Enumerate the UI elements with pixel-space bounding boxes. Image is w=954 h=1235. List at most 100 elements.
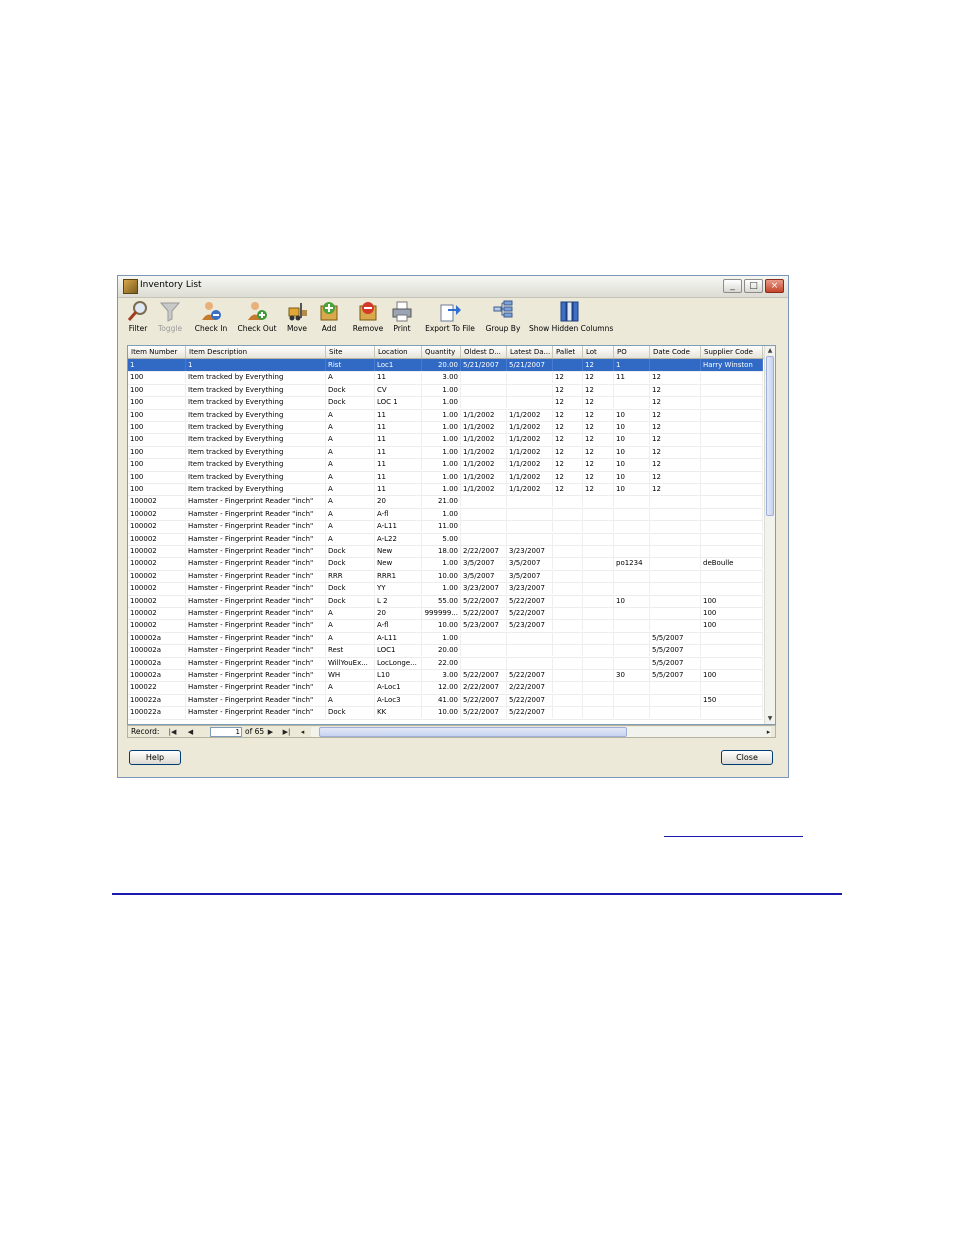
table-cell: 12 (553, 483, 583, 495)
scroll-up-icon[interactable]: ▲ (765, 346, 775, 356)
table-cell: LocLonge... (375, 656, 422, 669)
help-button[interactable]: Help (129, 750, 181, 765)
table-cell: 5/21/2007 (507, 359, 553, 371)
check-out-button[interactable]: Check Out (236, 298, 278, 338)
column-header-oldest-d[interactable]: Oldest D... (461, 346, 507, 358)
table-row[interactable]: 100 Item tracked by Everything A 11 1.00 1/1/… (128, 458, 763, 472)
table-cell: A-L11 (375, 520, 422, 533)
table-row[interactable]: 100 Item tracked by Everything A 11 1.00 1/1/… (128, 433, 763, 447)
last-record-icon[interactable]: ▶| (282, 727, 291, 737)
table-row[interactable]: 100022 Hamster - Fingerprint Reader "inch… (128, 681, 763, 695)
table-row[interactable]: 100 Item tracked by Everything A 11 1.00 1/1/… (128, 408, 763, 422)
table-cell (614, 383, 650, 396)
previous-record-icon[interactable]: ◀ (186, 727, 195, 737)
table-cell: 100002 (128, 557, 186, 570)
table-cell: 1.00 (422, 396, 461, 409)
table-row[interactable]: 100022a Hamster - Fingerprint Reader "inc… (128, 693, 763, 708)
next-record-icon[interactable]: ▶ (266, 727, 275, 737)
table-row[interactable]: 100 Item tracked by Everything A 11 1.00 1/1/… (128, 445, 763, 460)
remove-box-icon (357, 300, 379, 322)
print-button[interactable]: Print (390, 298, 414, 338)
table-row[interactable]: 100002 Hamster - Fingerprint Reader "inch… (128, 532, 763, 546)
table-row[interactable]: 100002 Hamster - Fingerprint Reader "inch… (128, 507, 763, 522)
column-header-date-code[interactable]: Date Code (650, 346, 701, 358)
table-cell (583, 706, 614, 719)
check-in-button[interactable]: Check In (194, 298, 228, 338)
column-header-site[interactable]: Site (326, 346, 375, 358)
inventory-grid[interactable]: Item Number Item Description Site Location Q… (127, 345, 776, 725)
table-cell (553, 557, 583, 570)
table-cell: 5/22/2007 (461, 607, 507, 619)
table-row[interactable]: 100002 Hamster - Fingerprint Reader "inch… (128, 607, 763, 621)
table-row[interactable]: 100 Item tracked by Everything A 11 1.00 1/1/… (128, 470, 763, 484)
remove-label: Remove (352, 324, 384, 333)
table-row[interactable]: 100002a Hamster - Fingerprint Reader "inc… (128, 644, 763, 658)
vertical-scrollbar[interactable]: ▲ ▼ (764, 346, 775, 724)
table-row[interactable]: 100002a Hamster - Fingerprint Reader "inc… (128, 656, 763, 670)
table-row[interactable]: 100 Item tracked by Everything A 11 1.00 1/1/… (128, 421, 763, 435)
move-button[interactable]: Move (282, 298, 312, 338)
table-row[interactable]: 100002 Hamster - Fingerprint Reader "inch… (128, 545, 763, 559)
column-header-pallet[interactable]: Pallet (553, 346, 583, 358)
table-row[interactable]: 100002 Hamster - Fingerprint Reader "inch… (128, 569, 763, 584)
scroll-down-icon[interactable]: ▼ (765, 714, 775, 724)
column-header-quantity[interactable]: Quantity (422, 346, 461, 358)
table-cell: Hamster - Fingerprint Reader "inch" (186, 644, 326, 657)
table-cell (701, 433, 763, 446)
column-header-item-description[interactable]: Item Description (186, 346, 326, 358)
close-window-button[interactable]: × (765, 279, 784, 293)
table-cell (583, 495, 614, 508)
scroll-left-icon[interactable]: ◂ (298, 727, 307, 737)
table-cell (583, 631, 614, 644)
column-header-latest-da[interactable]: Latest Da... (507, 346, 553, 358)
table-cell: 12 (650, 383, 701, 396)
table-cell (650, 569, 701, 582)
column-header-item-number[interactable]: Item Number (128, 346, 186, 358)
table-row[interactable]: 100002 Hamster - Fingerprint Reader "inch… (128, 582, 763, 596)
table-row[interactable]: 100002 Hamster - Fingerprint Reader "inch… (128, 594, 763, 608)
column-header-location[interactable]: Location (375, 346, 422, 358)
toggle-button[interactable]: Toggle (157, 298, 183, 338)
table-cell (553, 545, 583, 557)
table-row[interactable]: 100002a Hamster - Fingerprint Reader "inc… (128, 669, 763, 683)
minimize-button[interactable]: _ (723, 279, 742, 293)
table-cell: 1/1/2002 (507, 445, 553, 458)
maximize-button[interactable]: □ (744, 279, 763, 293)
table-row-selected[interactable]: 1 1 Rist Loc1 20.00 5/21/2007 5/21/2007 12 1 Harr… (128, 359, 763, 373)
table-cell (583, 545, 614, 557)
table-row[interactable]: 100022a Hamster - Fingerprint Reader "inc… (128, 706, 763, 720)
table-cell: 100 (128, 371, 186, 384)
title-bar[interactable]: Inventory List _ □ × (118, 276, 788, 298)
export-to-file-label: Export To File (425, 324, 475, 333)
add-button[interactable]: Add (317, 298, 341, 338)
table-row[interactable]: 100002a Hamster - Fingerprint Reader "inc… (128, 631, 763, 646)
column-header-supplier-code[interactable]: Supplier Code (701, 346, 763, 358)
table-row[interactable]: 100002 Hamster - Fingerprint Reader "inch… (128, 520, 763, 534)
vertical-scroll-thumb[interactable] (766, 356, 774, 516)
table-row[interactable]: 100 Item tracked by Everything Dock LOC 1 1.… (128, 396, 763, 410)
filter-button[interactable]: Filter (127, 298, 149, 338)
table-row[interactable]: 100002 Hamster - Fingerprint Reader "inch… (128, 619, 763, 633)
export-to-file-button[interactable]: Export To File (424, 298, 476, 338)
table-row[interactable]: 100 Item tracked by Everything Dock CV 1.00 1… (128, 383, 763, 398)
horizontal-scrollbar[interactable] (311, 727, 771, 737)
first-record-icon[interactable]: |◀ (168, 727, 177, 737)
table-row[interactable]: 100002 Hamster - Fingerprint Reader "inch… (128, 557, 763, 571)
group-by-button[interactable]: Group By (484, 298, 522, 338)
column-header-po[interactable]: PO (614, 346, 650, 358)
table-row[interactable]: 100002 Hamster - Fingerprint Reader "inch… (128, 495, 763, 509)
table-row[interactable]: 100 Item tracked by Everything A 11 1.00 1/1/… (128, 483, 763, 497)
column-header-lot[interactable]: Lot (583, 346, 614, 358)
hyperlink-underline[interactable] (664, 836, 803, 837)
table-cell: 100 (128, 421, 186, 433)
table-row[interactable]: 100 Item tracked by Everything A 11 3.00 12 12… (128, 371, 763, 385)
close-button[interactable]: Close (721, 750, 773, 765)
table-cell (507, 495, 553, 508)
scroll-right-icon[interactable]: ▸ (764, 727, 773, 737)
record-number-input[interactable] (210, 727, 242, 737)
remove-button[interactable]: Remove (349, 298, 387, 338)
show-hidden-columns-button[interactable]: Show Hidden Columns (529, 298, 613, 338)
table-cell: 10.00 (422, 619, 461, 632)
table-cell: 1/1/2002 (507, 433, 553, 446)
horizontal-scroll-thumb[interactable] (319, 727, 627, 737)
